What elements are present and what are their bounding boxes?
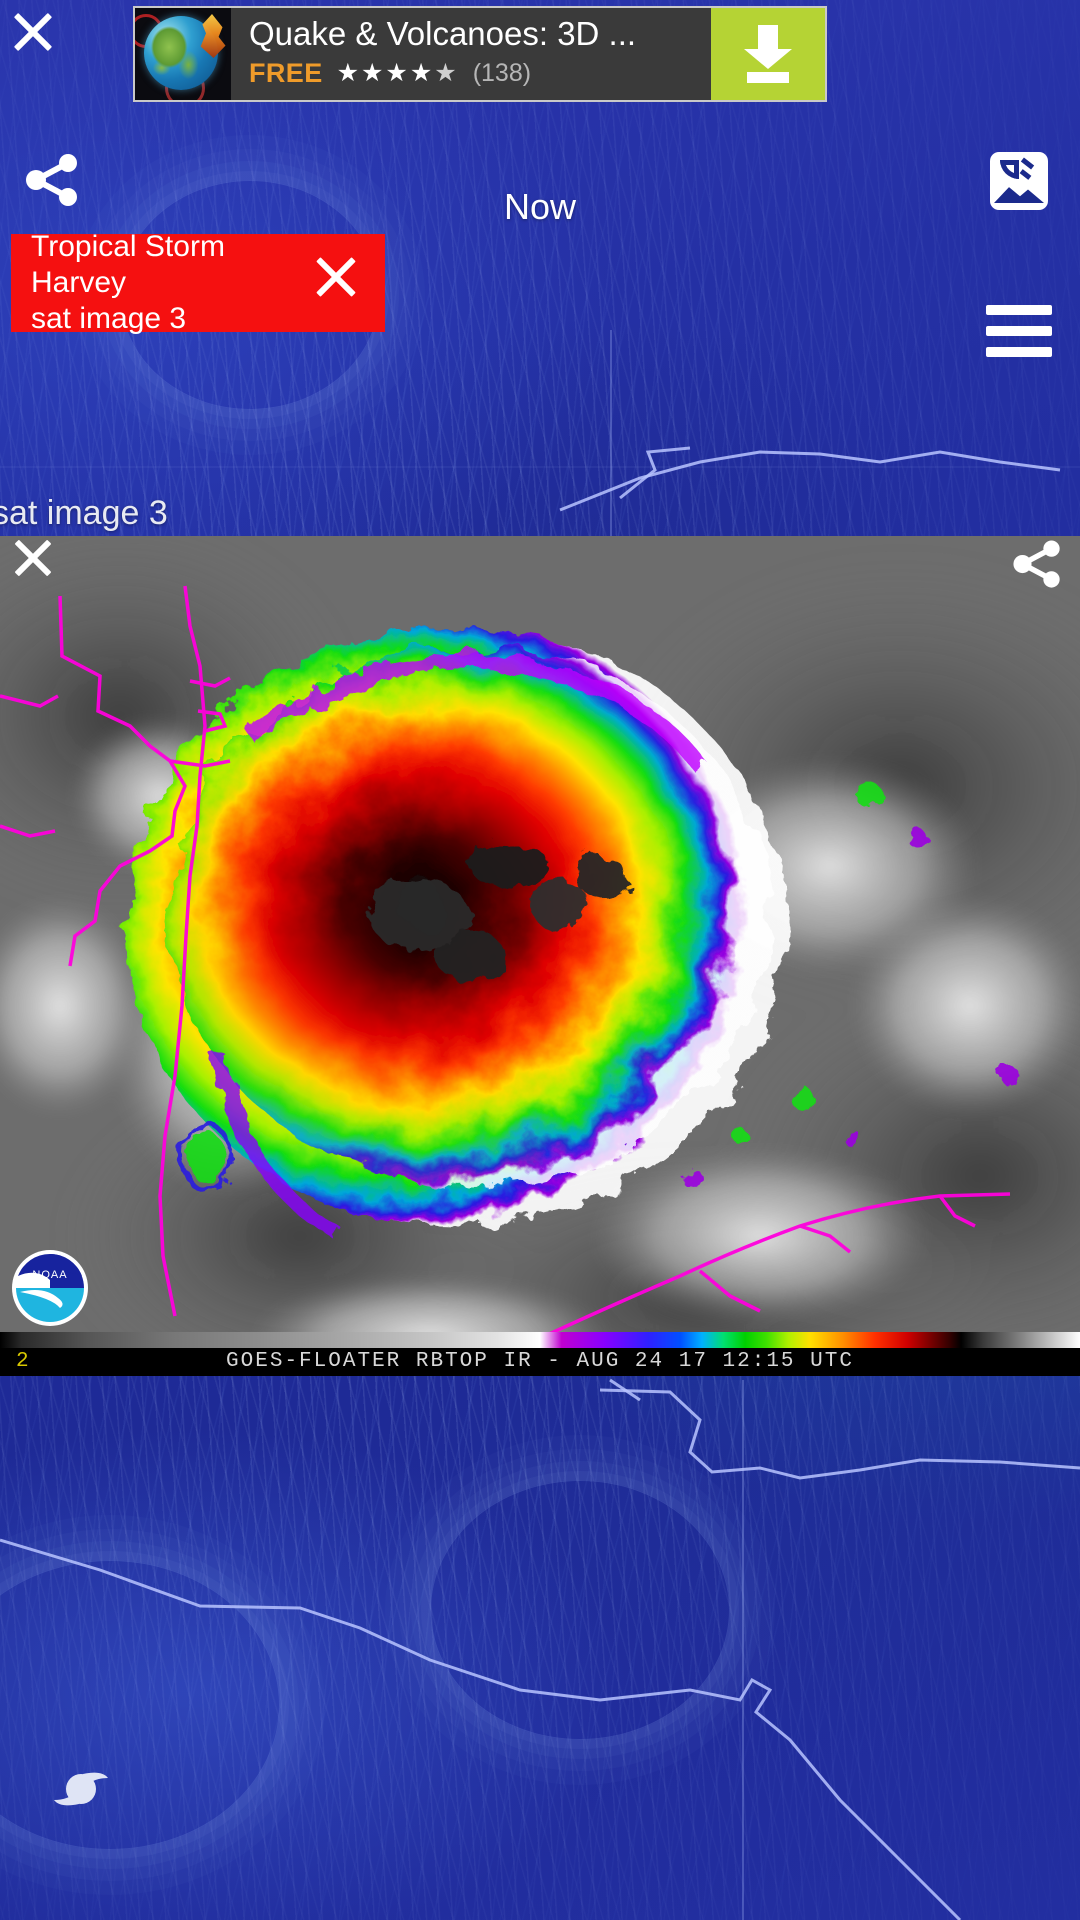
ad-price-label: FREE [249, 58, 323, 88]
ad-title: Quake & Volcanoes: 3D ... [249, 15, 637, 52]
wind-swirl [430, 1480, 730, 1740]
map-gridline [0, 466, 1080, 468]
ad-rating-stars: ★★★★★ [336, 59, 459, 87]
svg-text:NOAA: NOAA [32, 1269, 67, 1281]
storm-alert-close-button[interactable] [311, 252, 373, 314]
satellite-footer-bar: 2 GOES-FLOATER RBTOP IR - AUG 24 17 12:1… [0, 1332, 1080, 1376]
storm-alert-subtitle: sat image 3 [31, 302, 187, 335]
ad-close-button[interactable] [9, 8, 69, 68]
close-icon [9, 8, 57, 56]
satellite-overlay-share-button[interactable] [1008, 535, 1066, 593]
ad-subtitle-row: FREE ★★★★★ (138) [249, 58, 711, 89]
ad-download-button[interactable] [711, 8, 825, 100]
app-root: Quake & Volcanoes: 3D ... FREE ★★★★★ (13… [0, 0, 1080, 1920]
hurricane-symbol-icon[interactable] [50, 1758, 112, 1820]
satellite-overlay-close-button[interactable] [10, 535, 62, 587]
satellite-overlay-caption: sat image 3 [0, 494, 168, 532]
current-time-label: Now [503, 186, 577, 227]
quake-volcanoes-app-icon [135, 8, 231, 100]
noaa-logo: NOAA [8, 1246, 92, 1330]
download-arrow-icon [741, 25, 795, 83]
app-install-ad-banner[interactable]: Quake & Volcanoes: 3D ... FREE ★★★★★ (13… [133, 6, 827, 102]
menu-button[interactable] [986, 305, 1052, 357]
close-icon [311, 252, 361, 302]
close-icon [10, 535, 56, 581]
map-layers-button[interactable] [990, 152, 1048, 210]
ad-text-block: Quake & Volcanoes: 3D ... FREE ★★★★★ (13… [231, 8, 711, 100]
satellite-image-panel[interactable]: NOAA 2 GOES-FLOATER RBTOP IR - AUG 24 17… [0, 536, 1080, 1376]
map-gridline [742, 1380, 744, 1920]
image-layers-icon [990, 152, 1048, 210]
infrared-satellite-image [0, 536, 1080, 1376]
storm-alert-title: Tropical Storm Harvey [31, 230, 225, 299]
hamburger-menu-icon [986, 305, 1052, 315]
storm-alert-banner[interactable]: Tropical Storm Harvey sat image 3 [11, 230, 385, 335]
ad-rating-count: (138) [472, 59, 532, 87]
ir-temperature-colorbar [0, 1332, 1080, 1348]
share-icon [1013, 540, 1060, 588]
satellite-footer-label: GOES-FLOATER RBTOP IR - AUG 24 17 12:15 … [226, 1350, 854, 1373]
storm-alert-text: Tropical Storm Harvey sat image 3 [11, 229, 311, 337]
map-gridline [610, 330, 612, 560]
